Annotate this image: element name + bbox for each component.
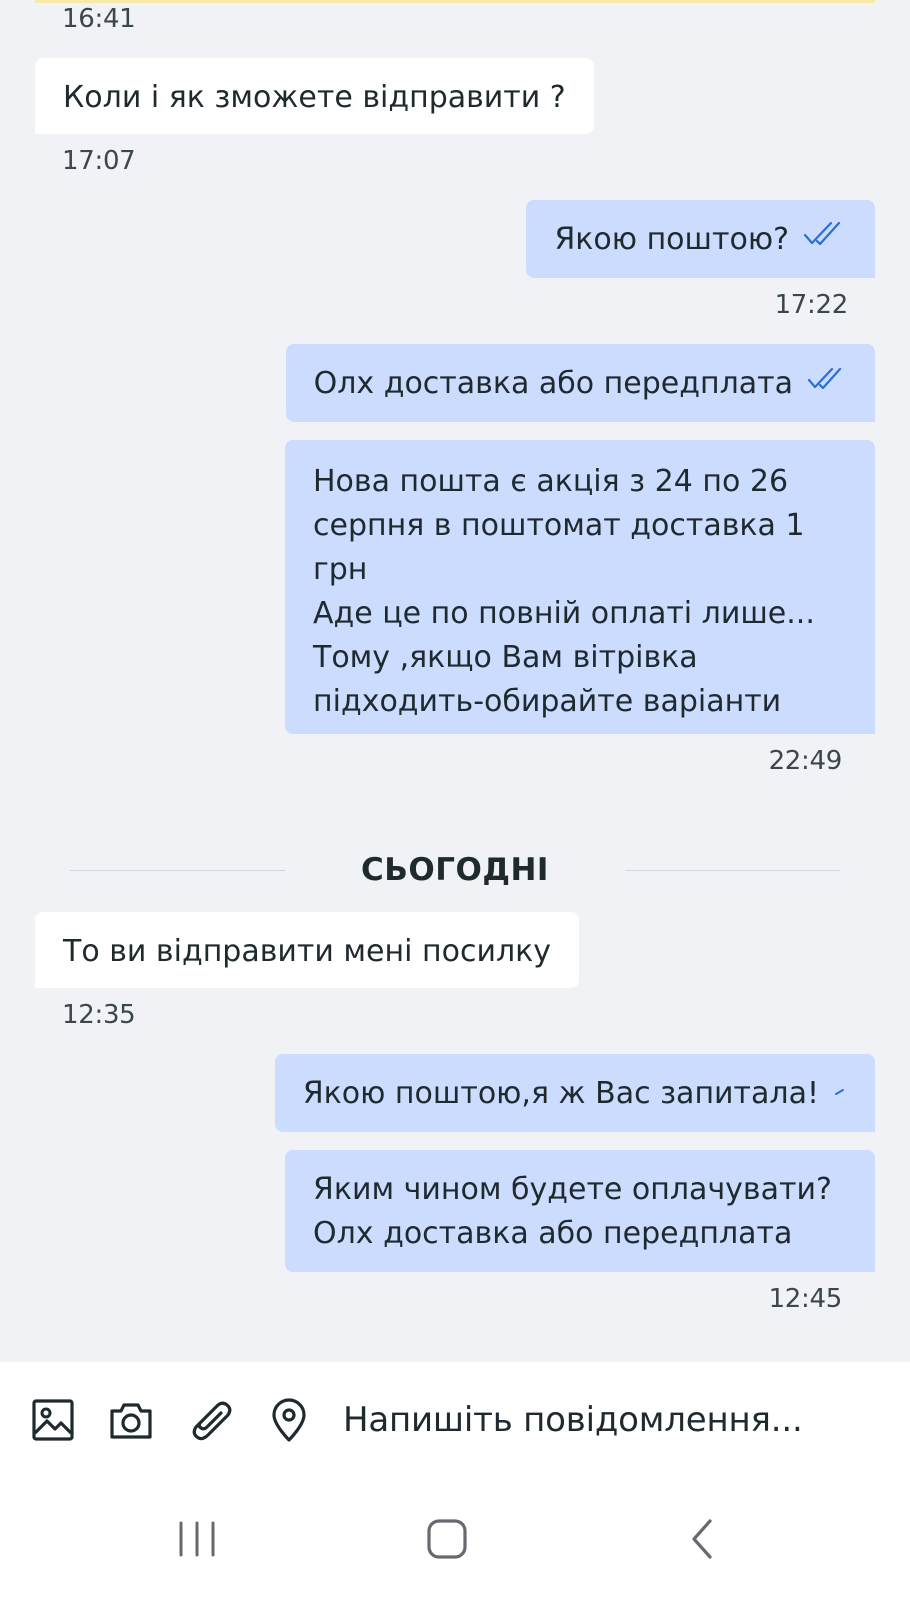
outgoing-message[interactable]: Яким чином будете оплачувати? Олх достав…	[285, 1150, 875, 1272]
single-check-sent-icon	[833, 1070, 847, 1114]
message-time: 16:41	[62, 4, 136, 34]
outgoing-message[interactable]: Нова пошта є акція з 24 по 26 серпня в п…	[285, 440, 875, 734]
chat-thread[interactable]: 16:41 Коли і як зможете відправити ? 17:…	[0, 0, 910, 1360]
outgoing-message[interactable]: Олх доставка або передплата	[285, 344, 875, 422]
system-navigation-bar	[0, 1477, 910, 1600]
incoming-message[interactable]: Коли і як зможете відправити ?	[35, 58, 594, 134]
message-time: 22:49	[768, 746, 843, 776]
separator-line	[625, 870, 840, 871]
outgoing-message[interactable]: Якою поштою,я ж Вас запитала!	[274, 1054, 875, 1132]
double-check-read-icon	[807, 360, 847, 404]
message-time: 12:45	[768, 1284, 843, 1314]
message-text: Нова пошта є акція з 24 по 26 серпня в п…	[313, 464, 815, 719]
message-time: 12:35	[62, 1000, 136, 1030]
message-text: Олх доставка або передплата	[313, 366, 793, 401]
recent-apps-icon[interactable]	[168, 1515, 228, 1565]
location-pin-icon[interactable]	[266, 1397, 312, 1443]
camera-icon[interactable]	[108, 1397, 154, 1443]
message-input[interactable]	[343, 1392, 883, 1448]
message-text: Якою поштою,я ж Вас запитала!	[302, 1076, 819, 1111]
outgoing-message[interactable]: Якою поштою?	[526, 200, 875, 278]
message-time: 17:22	[774, 290, 849, 320]
message-text: Яким чином будете оплачувати? Олх достав…	[313, 1172, 832, 1251]
image-icon[interactable]	[30, 1397, 76, 1443]
message-time: 17:07	[62, 146, 136, 176]
paperclip-icon[interactable]	[188, 1397, 234, 1443]
message-text: Коли і як зможете відправити ?	[63, 80, 566, 115]
double-check-read-icon	[803, 216, 847, 260]
back-icon[interactable]	[674, 1515, 734, 1565]
home-icon[interactable]	[417, 1515, 477, 1565]
day-separator: СЬОГОДНІ	[70, 850, 840, 890]
message-composer	[0, 1362, 910, 1477]
message-text: Якою поштою?	[554, 222, 789, 257]
message-text: То ви відправити мені посилку	[63, 934, 551, 969]
incoming-message[interactable]: То ви відправити мені посилку	[35, 912, 579, 988]
